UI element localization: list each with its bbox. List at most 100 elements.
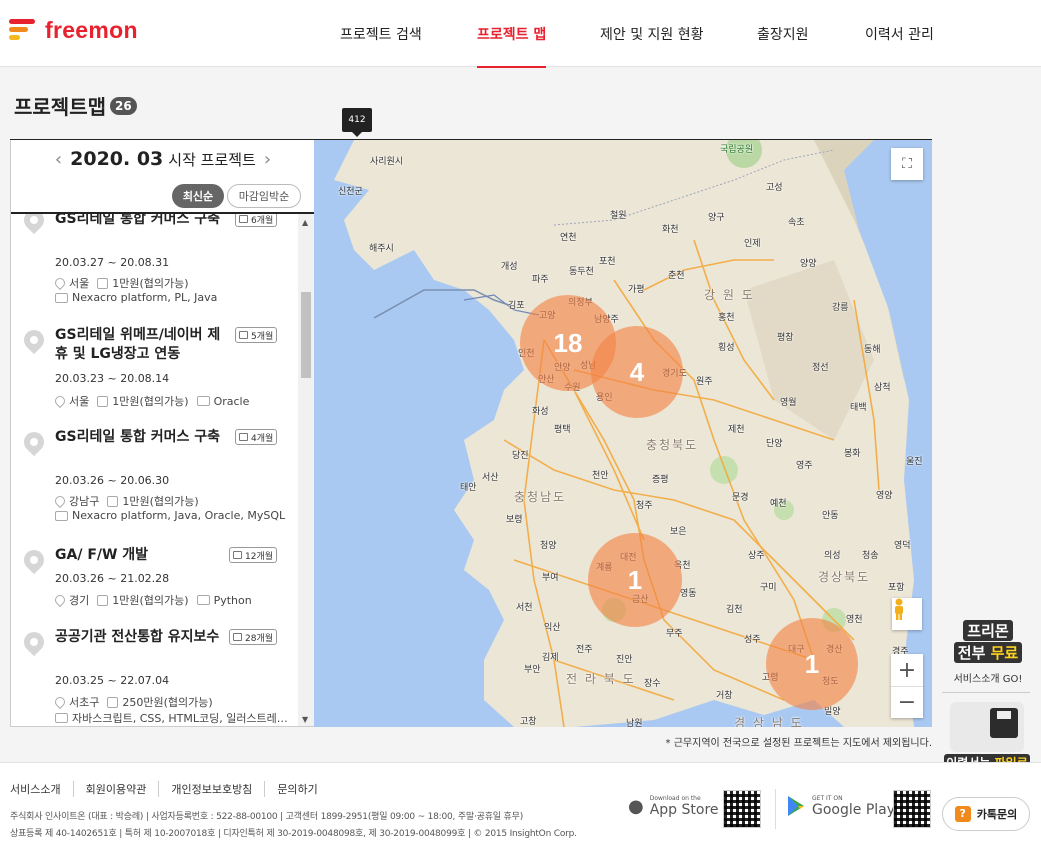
map-label: 부여 — [542, 573, 559, 583]
map-label: 의성 — [824, 551, 841, 561]
freemon-logo[interactable]: freemon — [9, 17, 138, 43]
scroll-down-arrow-icon[interactable]: ▼ — [302, 715, 308, 724]
sort-deadline-button[interactable]: 마감임박순 — [227, 184, 301, 208]
promo-line2b: 무료 — [990, 643, 1019, 662]
duration-text: 5개월 — [251, 331, 274, 342]
project-item[interactable]: 공공기관 전산통합 유지보수 28개월 20.03.25 ~ 22.07.04 … — [11, 627, 297, 726]
map-label: 양구 — [708, 213, 725, 223]
project-title[interactable]: 공공기관 전산통합 유지보수 — [55, 628, 223, 647]
toolbox-icon — [196, 396, 210, 406]
map-label: 김포 — [508, 301, 525, 311]
scroll-up-arrow-icon[interactable]: ▲ — [302, 218, 308, 227]
street-view-pegman-icon[interactable] — [892, 598, 922, 630]
project-title[interactable]: GA/ F/W 개발 — [55, 546, 223, 565]
map-label: 남원 — [626, 719, 643, 727]
project-title[interactable]: GS리테일 통합 커머스 구축 — [55, 214, 223, 229]
project-list[interactable]: GS리테일 통합 커머스 구축 6개월 20.03.27 ~ 20.08.31 … — [11, 214, 297, 726]
map-label: 성주 — [744, 635, 761, 645]
nav-proposal-status[interactable]: 제안 및 지원 현황 — [600, 0, 704, 67]
map-region-label: 경 상 남 도 — [734, 716, 804, 727]
project-dates: 20.03.26 ~ 20.06.30 — [55, 474, 170, 487]
calendar-icon — [239, 331, 248, 339]
map-label: 홍천 — [718, 313, 735, 323]
project-item[interactable]: GS리테일 통합 커머스 구축 6개월 20.03.27 ~ 20.08.31 … — [11, 214, 297, 320]
header: freemon 프로젝트 검색 프로젝트 맵 제안 및 지원 현황 출장지원 이… — [0, 0, 1041, 68]
nav-project-search[interactable]: 프로젝트 검색 — [340, 0, 422, 67]
location-icon — [52, 493, 68, 509]
map-label: 청송 — [862, 551, 879, 561]
map-label: 태안 — [460, 483, 477, 493]
map-label: 인제 — [744, 239, 761, 249]
map-label: 영월 — [780, 398, 797, 408]
project-map[interactable]: 국립공원 사리원시 신천군 해주시 개성 연천 포천 철원 파주 동두천 가평 … — [314, 140, 932, 727]
footer-link-privacy[interactable]: 개인정보보호방침 — [158, 781, 264, 797]
map-label: 서산 — [482, 473, 499, 483]
nav-business-trip[interactable]: 출장지원 — [757, 0, 809, 67]
map-label: 포천 — [599, 257, 616, 267]
map-label: 영주 — [796, 461, 813, 471]
map-label: 춘천 — [668, 271, 685, 281]
toolbox-icon — [55, 713, 68, 723]
service-intro-link[interactable]: 서비스소개 GO! — [946, 670, 1030, 685]
map-cluster-marker[interactable]: 1 — [588, 533, 682, 627]
map-label: 서천 — [516, 603, 533, 613]
map-label: 단양 — [766, 439, 783, 449]
next-month-button[interactable]: › — [256, 149, 279, 170]
map-label: 평창 — [777, 333, 794, 343]
zoom-out-icon[interactable]: − — [891, 686, 923, 718]
month-navigator: ‹ 2020. 03 시작 프로젝트 › — [11, 148, 315, 170]
zoom-control: + − — [891, 654, 923, 718]
project-item[interactable]: GA/ F/W 개발 12개월 20.03.26 ~ 21.02.28 경기 1… — [11, 545, 297, 626]
footer-link-terms[interactable]: 회원이용약관 — [72, 781, 159, 797]
toolbox-icon — [55, 292, 68, 303]
map-label: 고성 — [766, 183, 783, 193]
map-label: 가평 — [628, 285, 645, 295]
kakao-label: 카톡문의 — [976, 808, 1018, 821]
project-title[interactable]: GS리테일 위메프/네이버 제휴 및 LG냉장고 연동 — [55, 326, 223, 364]
map-label: 정선 — [812, 363, 829, 373]
project-pay: 1만원(협의가능) — [112, 594, 189, 607]
map-label: 신천군 — [338, 187, 363, 197]
project-item[interactable]: GS리테일 위메프/네이버 제휴 및 LG냉장고 연동 5개월 20.03.23… — [11, 325, 297, 426]
scroll-thumb[interactable] — [301, 292, 311, 378]
store-divider — [775, 789, 776, 829]
project-meta: 서초구 250만원(협의가능) — [52, 694, 213, 710]
kakao-inquiry-button[interactable]: ? 카톡문의 — [942, 797, 1030, 831]
app-store-text: Download on the App Store — [650, 795, 719, 818]
map-cluster-marker[interactable]: 1 — [766, 618, 858, 710]
project-skills-text: Python — [213, 593, 252, 607]
footer-link-service-intro[interactable]: 서비스소개 — [10, 781, 73, 797]
project-meta: 경기 1만원(협의가능) Python — [52, 592, 252, 608]
fullscreen-icon[interactable]: ⛶ — [891, 148, 923, 180]
app-store-link[interactable]: ● Download on the App Store — [628, 791, 719, 821]
duration-badge: 12개월 — [229, 547, 278, 563]
prev-month-button[interactable]: ‹ — [47, 149, 70, 170]
google-play-small: GET IT ON — [812, 794, 843, 802]
footer-link-contact[interactable]: 문의하기 — [264, 781, 329, 797]
logo-mark-icon — [9, 18, 37, 42]
map-label: 부안 — [524, 665, 541, 675]
calendar-icon — [233, 633, 242, 641]
promo-line2: 전부 무료 — [953, 641, 1023, 663]
map-label: 삼척 — [874, 383, 891, 393]
month-subtitle: 시작 프로젝트 — [168, 150, 256, 169]
app-store-qr-code — [723, 790, 761, 828]
sort-latest-button[interactable]: 최신순 — [172, 184, 224, 208]
map-cluster-marker[interactable]: 4 — [591, 326, 683, 418]
project-pay: 250만원(협의가능) — [122, 696, 213, 709]
zoom-in-icon[interactable]: + — [891, 654, 923, 686]
list-scrollbar[interactable]: ▲ ▼ — [298, 214, 314, 726]
footer-links: 서비스소개 회원이용약관 개인정보보호방침 문의하기 — [10, 781, 330, 797]
map-region-label: 강 원 도 — [704, 288, 755, 302]
service-intro-banner[interactable]: 프리몬 전부 무료 서비스소개 GO! — [946, 616, 1030, 685]
map-region-label: 충청남도 — [514, 490, 567, 504]
project-title[interactable]: GS리테일 통합 커머스 구축 — [55, 428, 223, 447]
map-label: 고창 — [520, 717, 537, 727]
nav-project-map[interactable]: 프로젝트 맵 — [477, 0, 547, 68]
map-label: 영양 — [876, 491, 893, 501]
google-play-link[interactable]: GET IT ON Google Play — [786, 791, 895, 821]
map-label: 진안 — [616, 655, 633, 665]
nav-resume-management[interactable]: 이력서 관리 — [865, 0, 934, 67]
project-item[interactable]: GS리테일 통합 커머스 구축 4개월 20.03.26 ~ 20.06.30 … — [11, 427, 297, 538]
duration-badge: 5개월 — [235, 327, 278, 343]
